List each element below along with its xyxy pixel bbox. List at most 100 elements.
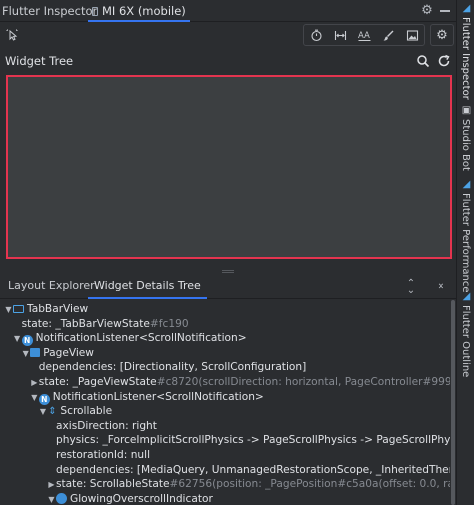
widget-tree-panel[interactable]	[6, 75, 452, 259]
tree-row[interactable]: ▼ ⇕ Scrollable	[0, 404, 450, 419]
toolbar: AA ⚙	[0, 23, 456, 47]
side-tab-flutter-inspector[interactable]: ◢ Flutter Inspector	[460, 4, 473, 100]
tree-row-text: TabBarView	[27, 303, 89, 315]
tab-device[interactable]: MI 6X (mobile)	[88, 0, 190, 22]
side-tool-strip: ◢ Flutter Inspector ▣ Studio Bot ◢ Flutt…	[456, 0, 474, 505]
settings-button[interactable]: ⚙	[430, 24, 454, 46]
active-tab-indicator	[88, 297, 207, 299]
details-tabs: Layout Explorer Widget Details Tree ⌃ ⌄ ⌄…	[0, 275, 456, 299]
notification-listener-icon: N	[38, 393, 50, 405]
brush-icon	[383, 30, 393, 40]
refresh-icon[interactable]	[437, 54, 451, 68]
chevron-down-icon[interactable]: ▼	[30, 390, 39, 405]
tree-row-text: dependencies: [MediaQuery, UnmanagedRest…	[56, 463, 450, 476]
tab-widget-details-tree[interactable]: Widget Details Tree	[88, 275, 207, 299]
side-tab-studio-bot[interactable]: ▣ Studio Bot	[460, 106, 473, 171]
scrollable-icon: ⇕	[48, 406, 57, 418]
tree-row-text: axisDirection: right	[56, 419, 157, 432]
chevron-down-icon[interactable]: ▼	[38, 404, 47, 419]
tree-row[interactable]: axisDirection: right	[0, 419, 450, 434]
minimize-icon[interactable]	[440, 10, 450, 12]
active-tab-indicator	[88, 20, 190, 22]
widget-details-tree: ▼ TabBarView state: _TabBarViewState#fc190…	[0, 300, 450, 505]
splitter-grip[interactable]	[222, 270, 234, 273]
tree-row[interactable]: ▼ TabBarView	[0, 302, 450, 317]
tree-row[interactable]: ▼ PageView	[0, 346, 450, 361]
side-tab-flutter-outline[interactable]: ◢ Flutter Outline	[460, 291, 473, 378]
slow-animations-button[interactable]	[304, 25, 328, 45]
tree-row-text: NotificationListener<ScrollNotification>	[35, 332, 247, 345]
side-tab-label: Studio Bot	[460, 119, 471, 171]
search-icon[interactable]	[416, 54, 430, 68]
paint-baselines-button[interactable]: AA	[352, 25, 376, 45]
gear-icon: ⚙	[436, 27, 448, 43]
text-baseline-icon: AA	[358, 31, 370, 41]
tree-row-text: state: _PageViewState	[38, 376, 157, 388]
tree-row[interactable]: restorationId: null	[0, 448, 450, 463]
chevron-down-icon[interactable]: ▼	[47, 492, 56, 505]
expand-all-icon[interactable]: ⌃ ⌄	[404, 279, 418, 296]
debug-paint-button[interactable]	[328, 25, 352, 45]
tab-layout-explorer[interactable]: Layout Explorer	[2, 275, 101, 299]
phone-icon	[92, 7, 98, 16]
chevron-down-icon[interactable]: ▼	[13, 331, 22, 346]
svg-text:AA: AA	[358, 31, 370, 41]
tree-row-text: restorationId: null	[56, 449, 151, 461]
tree-row-text: state: ScrollableState	[56, 478, 170, 491]
side-tab-label: Flutter Outline	[460, 305, 471, 378]
tree-row[interactable]: dependencies: [MediaQuery, UnmanagedRest…	[0, 463, 450, 478]
panel-splitter[interactable]	[0, 268, 456, 274]
repaint-rainbow-button[interactable]	[376, 25, 400, 45]
tree-row-text: PageView	[43, 346, 94, 359]
guidelines-icon	[334, 30, 346, 40]
select-widget-icon[interactable]	[5, 28, 19, 42]
tree-row[interactable]: physics: _ForceImplicitScrollPhysics -> …	[0, 433, 450, 448]
tree-row[interactable]: ▼ N NotificationListener<ScrollNotificatio…	[0, 331, 450, 347]
widget-tree-header: Widget Tree	[0, 50, 456, 72]
image-icon	[406, 29, 418, 41]
tree-row-text: Scrollable	[60, 405, 113, 418]
title-bar: Flutter Inspector MI 6X (mobile) ⚙	[0, 0, 456, 22]
gear-icon[interactable]: ⚙	[420, 4, 434, 18]
folder-icon	[13, 305, 24, 313]
tree-row-text: state: _TabBarViewState	[21, 317, 150, 330]
chevron-down-icon[interactable]: ▼	[21, 346, 30, 361]
tree-row[interactable]: ▼ GlowingOverscrollIndicator	[0, 492, 450, 505]
flutter-icon: ◢	[462, 179, 471, 190]
highlight-images-button[interactable]	[400, 25, 424, 45]
page-view-icon	[30, 347, 41, 357]
tab-label: Flutter Inspector	[2, 4, 98, 18]
tree-row-text: GlowingOverscrollIndicator	[70, 492, 213, 505]
tree-row-text: dependencies: [Directionality, ScrollCon…	[38, 361, 307, 374]
widget-tree-title: Widget Tree	[5, 54, 74, 68]
scrollbar-thumb[interactable]	[451, 300, 455, 505]
tree-row[interactable]: ▶state: ScrollableState#62756(position: …	[0, 477, 450, 492]
tree-row[interactable]: dependencies: [Directionality, ScrollCon…	[0, 360, 450, 375]
tree-row-detail: #62756(position: _PagePosition#c5a0a(off…	[169, 478, 450, 491]
tree-row[interactable]: state: _TabBarViewState#fc190	[0, 317, 450, 332]
chevron-right-icon[interactable]: ▶	[30, 375, 39, 390]
tree-row[interactable]: ▶state: _PageViewState#c8720(scrollDirec…	[0, 375, 450, 390]
overscroll-indicator-icon	[56, 492, 67, 504]
collapse-all-icon[interactable]: ⌄ ⌃	[434, 279, 448, 296]
tree-row[interactable]: ▼ N NotificationListener<ScrollNotificatio…	[0, 390, 450, 405]
inspector-main: Flutter Inspector MI 6X (mobile) ⚙ AA ⚙ …	[0, 0, 456, 505]
side-tab-label: Flutter Performance	[460, 193, 471, 293]
inspector-toggle-group: AA	[303, 24, 425, 46]
flutter-icon: ◢	[462, 3, 471, 14]
vertical-scrollbar[interactable]	[451, 300, 455, 505]
tree-row-detail: #c8720(scrollDirection: horizontal, Page…	[156, 376, 450, 388]
tree-row-detail: #fc190	[149, 317, 189, 330]
tab-label: MI 6X (mobile)	[102, 4, 186, 18]
notification-listener-icon: N	[21, 335, 33, 347]
flutter-icon: ◢	[462, 291, 471, 302]
timer-icon	[310, 29, 322, 41]
chevron-down-icon[interactable]: ▼	[4, 302, 13, 317]
tab-label: Layout Explorer	[8, 279, 95, 292]
chevron-right-icon[interactable]: ▶	[47, 477, 56, 492]
tree-row-text: NotificationListener<ScrollNotification>	[52, 390, 264, 403]
side-tab-flutter-performance[interactable]: ◢ Flutter Performance	[460, 180, 473, 293]
bot-icon: ▣	[461, 105, 472, 116]
side-tab-label: Flutter Inspector	[460, 17, 471, 100]
tab-flutter-inspector[interactable]: Flutter Inspector	[2, 0, 97, 22]
